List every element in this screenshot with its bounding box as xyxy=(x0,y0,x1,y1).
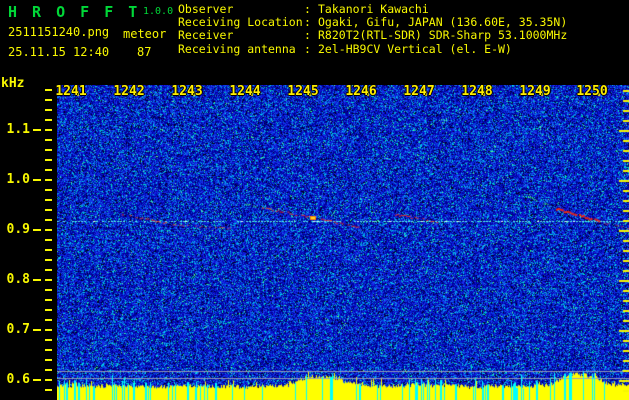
info-value: 2el-HB9CV Vertical (el. E-W) xyxy=(318,41,512,56)
info-separator: : xyxy=(304,41,311,56)
freq-minor-tick xyxy=(45,159,52,161)
freq-label-1.1: 1.1 xyxy=(6,122,30,137)
freq-minor-tick xyxy=(45,329,52,331)
freq-minor-tick xyxy=(45,299,52,301)
freq-minor-tick xyxy=(45,149,52,151)
time-label-1249: 1249 xyxy=(519,84,551,99)
info-label: Receiver xyxy=(178,28,234,43)
freq-minor-tick xyxy=(45,319,52,321)
freq-label-0.6: 0.6 xyxy=(6,372,30,387)
station-info: Observer: Takanori Kawachi Receiving Loca… xyxy=(178,2,567,56)
freq-label-0.9: 0.9 xyxy=(6,222,30,237)
freq-major-tick xyxy=(33,129,41,131)
freq-minor-tick xyxy=(45,309,52,311)
freq-minor-tick xyxy=(45,199,52,201)
time-label-1242: 1242 xyxy=(113,84,145,99)
freq-minor-tick xyxy=(45,339,52,341)
freq-minor-tick xyxy=(45,109,52,111)
time-label-1243: 1243 xyxy=(171,84,203,99)
freq-minor-tick xyxy=(45,359,52,361)
freq-minor-tick xyxy=(45,99,52,101)
freq-minor-tick xyxy=(45,89,52,91)
app-version: 1.0.0 xyxy=(143,6,174,17)
info-row-antenna: Receiving antenna:2el-HB9CV Vertical (el… xyxy=(178,41,567,56)
freq-minor-tick xyxy=(45,249,52,251)
frequency-axis-unit: kHz xyxy=(1,76,25,91)
freq-major-tick xyxy=(33,179,41,181)
time-label-1250: 1250 xyxy=(576,84,608,99)
time-label-1248: 1248 xyxy=(461,84,493,99)
freq-minor-tick xyxy=(45,349,52,351)
freq-minor-tick xyxy=(45,139,52,141)
app-title: H R O F F T xyxy=(8,3,141,21)
spectrogram-canvas xyxy=(57,85,629,400)
freq-minor-tick xyxy=(45,269,52,271)
time-label-1247: 1247 xyxy=(403,84,435,99)
freq-minor-tick xyxy=(45,169,52,171)
time-label-1244: 1244 xyxy=(229,84,261,99)
echo-count: 87 xyxy=(137,45,152,59)
output-filename: 2511151240.png xyxy=(8,25,110,39)
datetime-label: 25.11.15 12:40 xyxy=(8,45,110,59)
freq-label-0.8: 0.8 xyxy=(6,272,30,287)
freq-major-tick xyxy=(33,229,41,231)
freq-label-1.0: 1.0 xyxy=(6,172,30,187)
hrofft-window: H R O F F T 1.0.0 2511151240.png meteor … xyxy=(0,0,629,400)
freq-minor-tick xyxy=(45,189,52,191)
freq-label-0.7: 0.7 xyxy=(6,322,30,337)
freq-minor-tick xyxy=(45,219,52,221)
freq-major-tick xyxy=(33,379,41,381)
freq-minor-tick xyxy=(45,279,52,281)
time-label-1245: 1245 xyxy=(287,84,319,99)
freq-major-tick xyxy=(33,329,41,331)
freq-minor-tick xyxy=(45,239,52,241)
info-row-receiver: Receiver: R820T2(RTL-SDR) SDR-Sharp 53.10… xyxy=(178,29,567,42)
freq-major-tick xyxy=(33,279,41,281)
freq-minor-tick xyxy=(45,129,52,131)
info-label: Receiving antenna xyxy=(178,41,296,56)
freq-minor-tick xyxy=(45,389,52,391)
freq-minor-tick xyxy=(45,119,52,121)
info-separator: : xyxy=(304,28,311,43)
time-label-1246: 1246 xyxy=(345,84,377,99)
freq-minor-tick xyxy=(45,229,52,231)
info-value: R820T2(RTL-SDR) SDR-Sharp 53.1000MHz xyxy=(318,28,568,43)
freq-minor-tick xyxy=(45,179,52,181)
mode-label: meteor xyxy=(123,27,167,41)
freq-minor-tick xyxy=(45,369,52,371)
freq-minor-tick xyxy=(45,259,52,261)
freq-minor-tick xyxy=(45,379,52,381)
time-label-1241: 1241 xyxy=(55,84,87,99)
freq-minor-tick xyxy=(45,209,52,211)
freq-minor-tick xyxy=(45,289,52,291)
